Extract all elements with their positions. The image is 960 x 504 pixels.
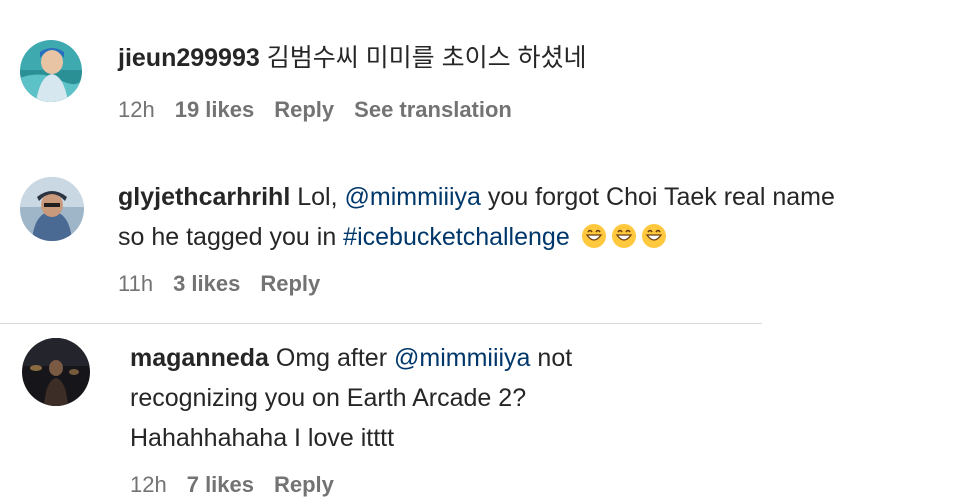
divider (0, 323, 762, 324)
comment-text: Lol, (297, 183, 345, 211)
comment-time[interactable]: 12h (118, 97, 155, 122)
grinning-face-icon (611, 223, 637, 249)
mention-link[interactable]: @mimmiiiya (394, 344, 530, 372)
avatar[interactable] (20, 177, 84, 241)
comment-username[interactable]: maganneda (130, 344, 269, 372)
reply-button[interactable]: Reply (274, 97, 334, 122)
comment-time[interactable]: 11h (118, 271, 153, 296)
see-translation-button[interactable]: See translation (354, 97, 512, 122)
comment-meta: 12h 7 likes Reply (130, 472, 354, 498)
grinning-face-icon (641, 223, 667, 249)
reply-button[interactable]: Reply (274, 472, 334, 497)
avatar-photo (20, 177, 84, 241)
grinning-face-icon (581, 223, 607, 249)
reply-button[interactable]: Reply (260, 271, 320, 296)
comment-body: maganneda Omg after @mimmiiiya not recog… (130, 338, 690, 458)
avatar-photo (20, 40, 82, 102)
comment-likes[interactable]: 19 likes (175, 97, 255, 122)
hashtag-link[interactable]: #icebucketchallenge (343, 223, 570, 251)
avatar[interactable] (22, 338, 90, 406)
comment-meta: 11h 3 likes Reply (118, 271, 340, 297)
comment-body: jieun299993 김범수씨 미미를 초이스 하셨네 (118, 38, 918, 78)
avatar[interactable] (20, 40, 82, 102)
comment-time[interactable]: 12h (130, 472, 167, 497)
comment-likes[interactable]: 7 likes (187, 472, 254, 497)
avatar-photo (22, 338, 90, 406)
mention-link[interactable]: @mimmiiiya (344, 183, 480, 211)
comment-body: glyjethcarhrihl Lol, @mimmiiiya you forg… (118, 177, 838, 257)
comment-text: Omg after (275, 344, 394, 372)
comment-likes[interactable]: 3 likes (173, 271, 240, 296)
comment-meta: 12h 19 likes Reply See translation (118, 97, 532, 123)
comment-username[interactable]: glyjethcarhrihl (118, 183, 290, 211)
comment-username[interactable]: jieun299993 (118, 44, 260, 72)
comment-text: 김범수씨 미미를 초이스 하셨네 (266, 44, 587, 72)
